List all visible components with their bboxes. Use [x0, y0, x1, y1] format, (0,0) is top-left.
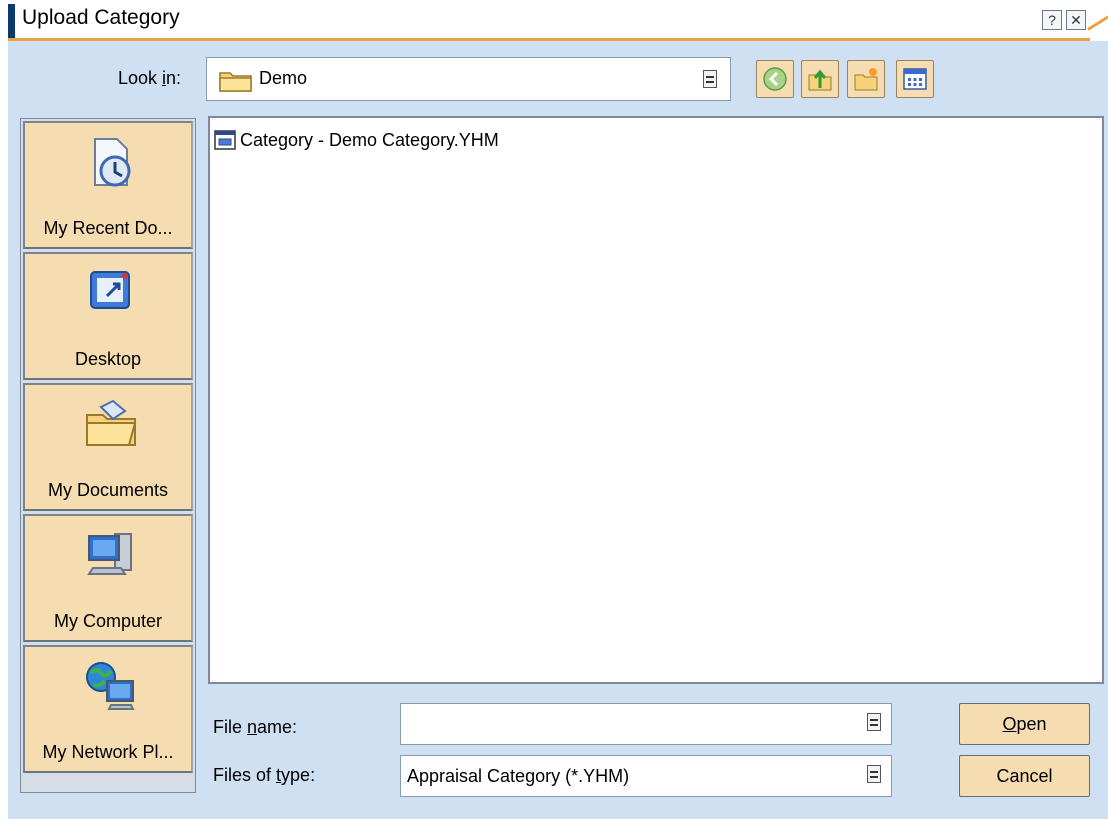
my-network-places-icon	[83, 659, 139, 715]
my-documents-icon	[83, 397, 139, 453]
filetype-label: Files of type:	[213, 765, 316, 785]
view-menu-button[interactable]	[896, 60, 934, 98]
title-bar: Upload Category ? ✕	[0, 0, 1108, 41]
open-button[interactable]: Open	[959, 703, 1090, 745]
up-folder-button[interactable]	[801, 60, 839, 98]
filetype-select[interactable]: Appraisal Category (*.YHM)	[400, 755, 892, 797]
place-label: Desktop	[74, 349, 142, 369]
place-my-recent-documents[interactable]: My Recent Do...	[23, 121, 193, 249]
filename-input[interactable]	[400, 703, 892, 745]
back-button[interactable]	[756, 60, 794, 98]
my-computer-icon	[83, 528, 139, 584]
new-folder-button[interactable]	[847, 60, 885, 98]
file-list-item[interactable]: Category - Demo Category.YHM	[214, 128, 499, 152]
lookin-value: Demo	[259, 68, 308, 88]
cancel-button[interactable]: Cancel	[959, 755, 1090, 797]
place-label: My Network Pl...	[42, 742, 174, 762]
filetype-value: Appraisal Category (*.YHM)	[407, 766, 630, 786]
file-name: Category - Demo Category.YHM	[240, 129, 499, 150]
place-label: My Documents	[47, 480, 169, 500]
place-my-documents[interactable]: My Documents	[23, 383, 193, 511]
folder-icon	[219, 68, 253, 97]
window-title: Upload Category	[22, 6, 180, 29]
place-desktop[interactable]: Desktop	[23, 252, 193, 380]
dropdown-icon[interactable]	[703, 70, 717, 88]
place-my-computer[interactable]: My Computer	[23, 514, 193, 642]
title-underline-slant	[1087, 15, 1108, 31]
title-accent-bar	[8, 4, 15, 38]
places-bar: My Recent Do... Desktop My Documents My …	[20, 118, 196, 793]
filename-label: File name:	[213, 717, 298, 737]
close-button[interactable]: ✕	[1066, 10, 1086, 30]
place-label: My Recent Do...	[43, 218, 173, 238]
dropdown-icon[interactable]	[867, 713, 881, 731]
yhm-file-icon	[214, 129, 236, 151]
file-list[interactable]: Category - Demo Category.YHM	[208, 116, 1104, 684]
recent-documents-icon	[83, 135, 139, 191]
lookin-label: Look in:	[118, 68, 182, 88]
place-label: My Computer	[53, 611, 163, 631]
desktop-icon	[83, 266, 139, 322]
place-my-network-places[interactable]: My Network Pl...	[23, 645, 193, 773]
dropdown-icon[interactable]	[867, 765, 881, 783]
lookin-combobox[interactable]: Demo	[206, 57, 731, 101]
help-button[interactable]: ?	[1042, 10, 1062, 30]
